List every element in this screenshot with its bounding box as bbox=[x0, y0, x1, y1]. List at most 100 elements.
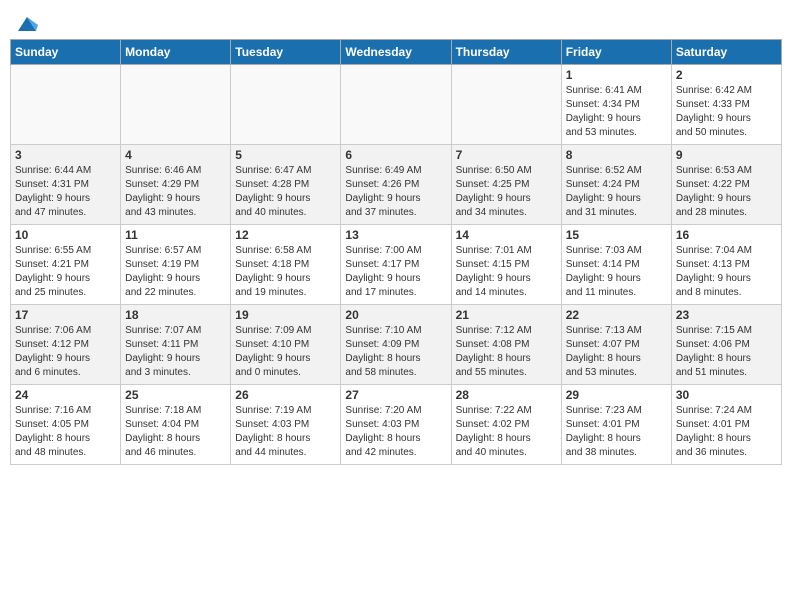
calendar-day-cell bbox=[341, 65, 451, 145]
day-number: 21 bbox=[456, 308, 557, 322]
day-number: 8 bbox=[566, 148, 667, 162]
weekday-header: Thursday bbox=[451, 40, 561, 65]
calendar-header-row: SundayMondayTuesdayWednesdayThursdayFrid… bbox=[11, 40, 782, 65]
day-info: Sunrise: 6:42 AM Sunset: 4:33 PM Dayligh… bbox=[676, 84, 777, 140]
day-info: Sunrise: 7:10 AM Sunset: 4:09 PM Dayligh… bbox=[345, 324, 446, 380]
day-info: Sunrise: 6:47 AM Sunset: 4:28 PM Dayligh… bbox=[235, 164, 336, 220]
calendar-day-cell bbox=[231, 65, 341, 145]
day-number: 22 bbox=[566, 308, 667, 322]
day-info: Sunrise: 7:18 AM Sunset: 4:04 PM Dayligh… bbox=[125, 404, 226, 460]
calendar-day-cell: 18 Sunrise: 7:07 AM Sunset: 4:11 PM Dayli… bbox=[121, 305, 231, 385]
day-number: 7 bbox=[456, 148, 557, 162]
day-info: Sunrise: 6:44 AM Sunset: 4:31 PM Dayligh… bbox=[15, 164, 116, 220]
day-number: 30 bbox=[676, 388, 777, 402]
weekday-header: Tuesday bbox=[231, 40, 341, 65]
day-info: Sunrise: 7:13 AM Sunset: 4:07 PM Dayligh… bbox=[566, 324, 667, 380]
day-number: 20 bbox=[345, 308, 446, 322]
weekday-header: Friday bbox=[561, 40, 671, 65]
day-number: 18 bbox=[125, 308, 226, 322]
calendar-day-cell: 23 Sunrise: 7:15 AM Sunset: 4:06 PM Dayli… bbox=[671, 305, 781, 385]
day-number: 25 bbox=[125, 388, 226, 402]
calendar-day-cell: 19 Sunrise: 7:09 AM Sunset: 4:10 PM Dayli… bbox=[231, 305, 341, 385]
calendar-week-row: 17Sunrise: 7:06 AM Sunset: 4:12 PM Dayli… bbox=[11, 305, 782, 385]
day-number: 27 bbox=[345, 388, 446, 402]
day-number: 26 bbox=[235, 388, 336, 402]
calendar-week-row: 24 Sunrise: 7:16 AM Sunset: 4:05 PM Dayli… bbox=[11, 385, 782, 465]
day-info: Sunrise: 7:19 AM Sunset: 4:03 PM Dayligh… bbox=[235, 404, 336, 460]
day-info: Sunrise: 7:23 AM Sunset: 4:01 PM Dayligh… bbox=[566, 404, 667, 460]
day-info: Sunrise: 7:20 AM Sunset: 4:03 PM Dayligh… bbox=[345, 404, 446, 460]
day-info: Sunrise: 7:01 AM Sunset: 4:15 PM Dayligh… bbox=[456, 244, 557, 300]
calendar-day-cell: 16 Sunrise: 7:04 AM Sunset: 4:13 PM Dayli… bbox=[671, 225, 781, 305]
calendar-day-cell: 21 Sunrise: 7:12 AM Sunset: 4:08 PM Dayli… bbox=[451, 305, 561, 385]
calendar-day-cell: 11 Sunrise: 6:57 AM Sunset: 4:19 PM Dayli… bbox=[121, 225, 231, 305]
weekday-header: Monday bbox=[121, 40, 231, 65]
calendar-day-cell: 29 Sunrise: 7:23 AM Sunset: 4:01 PM Dayli… bbox=[561, 385, 671, 465]
calendar-day-cell: 17Sunrise: 7:06 AM Sunset: 4:12 PM Dayli… bbox=[11, 305, 121, 385]
calendar-day-cell: 14 Sunrise: 7:01 AM Sunset: 4:15 PM Dayli… bbox=[451, 225, 561, 305]
day-info: Sunrise: 7:24 AM Sunset: 4:01 PM Dayligh… bbox=[676, 404, 777, 460]
calendar-day-cell: 15 Sunrise: 7:03 AM Sunset: 4:14 PM Dayli… bbox=[561, 225, 671, 305]
day-info: Sunrise: 6:41 AM Sunset: 4:34 PM Dayligh… bbox=[566, 84, 667, 140]
day-info: Sunrise: 7:15 AM Sunset: 4:06 PM Dayligh… bbox=[676, 324, 777, 380]
day-number: 29 bbox=[566, 388, 667, 402]
logo-icon bbox=[16, 15, 38, 33]
calendar-table: SundayMondayTuesdayWednesdayThursdayFrid… bbox=[10, 39, 782, 465]
day-info: Sunrise: 6:52 AM Sunset: 4:24 PM Dayligh… bbox=[566, 164, 667, 220]
calendar-day-cell: 20 Sunrise: 7:10 AM Sunset: 4:09 PM Dayli… bbox=[341, 305, 451, 385]
day-info: Sunrise: 7:16 AM Sunset: 4:05 PM Dayligh… bbox=[15, 404, 116, 460]
weekday-header: Wednesday bbox=[341, 40, 451, 65]
calendar-day-cell: 10 Sunrise: 6:55 AM Sunset: 4:21 PM Dayli… bbox=[11, 225, 121, 305]
day-number: 28 bbox=[456, 388, 557, 402]
day-number: 16 bbox=[676, 228, 777, 242]
weekday-header: Sunday bbox=[11, 40, 121, 65]
day-info: Sunrise: 7:22 AM Sunset: 4:02 PM Dayligh… bbox=[456, 404, 557, 460]
calendar-day-cell: 9Sunrise: 6:53 AM Sunset: 4:22 PM Daylig… bbox=[671, 145, 781, 225]
weekday-header: Saturday bbox=[671, 40, 781, 65]
calendar-day-cell: 5Sunrise: 6:47 AM Sunset: 4:28 PM Daylig… bbox=[231, 145, 341, 225]
day-number: 9 bbox=[676, 148, 777, 162]
day-info: Sunrise: 7:00 AM Sunset: 4:17 PM Dayligh… bbox=[345, 244, 446, 300]
calendar-day-cell: 25 Sunrise: 7:18 AM Sunset: 4:04 PM Dayli… bbox=[121, 385, 231, 465]
calendar-day-cell: 3Sunrise: 6:44 AM Sunset: 4:31 PM Daylig… bbox=[11, 145, 121, 225]
day-number: 6 bbox=[345, 148, 446, 162]
day-info: Sunrise: 6:57 AM Sunset: 4:19 PM Dayligh… bbox=[125, 244, 226, 300]
calendar-day-cell: 6 Sunrise: 6:49 AM Sunset: 4:26 PM Daylig… bbox=[341, 145, 451, 225]
day-info: Sunrise: 7:12 AM Sunset: 4:08 PM Dayligh… bbox=[456, 324, 557, 380]
day-number: 4 bbox=[125, 148, 226, 162]
day-info: Sunrise: 7:07 AM Sunset: 4:11 PM Dayligh… bbox=[125, 324, 226, 380]
day-info: Sunrise: 6:49 AM Sunset: 4:26 PM Dayligh… bbox=[345, 164, 446, 220]
calendar-day-cell: 8 Sunrise: 6:52 AM Sunset: 4:24 PM Daylig… bbox=[561, 145, 671, 225]
day-info: Sunrise: 7:04 AM Sunset: 4:13 PM Dayligh… bbox=[676, 244, 777, 300]
calendar-day-cell: 26 Sunrise: 7:19 AM Sunset: 4:03 PM Dayli… bbox=[231, 385, 341, 465]
day-info: Sunrise: 6:58 AM Sunset: 4:18 PM Dayligh… bbox=[235, 244, 336, 300]
day-info: Sunrise: 6:55 AM Sunset: 4:21 PM Dayligh… bbox=[15, 244, 116, 300]
page-header bbox=[10, 10, 782, 29]
day-number: 13 bbox=[345, 228, 446, 242]
day-number: 1 bbox=[566, 68, 667, 82]
calendar-day-cell: 2 Sunrise: 6:42 AM Sunset: 4:33 PM Daylig… bbox=[671, 65, 781, 145]
day-number: 10 bbox=[15, 228, 116, 242]
day-number: 11 bbox=[125, 228, 226, 242]
calendar-day-cell: 27 Sunrise: 7:20 AM Sunset: 4:03 PM Dayli… bbox=[341, 385, 451, 465]
day-number: 2 bbox=[676, 68, 777, 82]
day-number: 24 bbox=[15, 388, 116, 402]
day-number: 19 bbox=[235, 308, 336, 322]
calendar-day-cell bbox=[121, 65, 231, 145]
calendar-day-cell: 12Sunrise: 6:58 AM Sunset: 4:18 PM Dayli… bbox=[231, 225, 341, 305]
day-number: 14 bbox=[456, 228, 557, 242]
logo bbox=[15, 15, 38, 29]
calendar-week-row: 1 Sunrise: 6:41 AM Sunset: 4:34 PM Daylig… bbox=[11, 65, 782, 145]
day-info: Sunrise: 7:09 AM Sunset: 4:10 PM Dayligh… bbox=[235, 324, 336, 380]
calendar-day-cell bbox=[11, 65, 121, 145]
calendar-day-cell: 7 Sunrise: 6:50 AM Sunset: 4:25 PM Daylig… bbox=[451, 145, 561, 225]
day-info: Sunrise: 7:03 AM Sunset: 4:14 PM Dayligh… bbox=[566, 244, 667, 300]
day-number: 15 bbox=[566, 228, 667, 242]
day-number: 23 bbox=[676, 308, 777, 322]
calendar-day-cell: 30 Sunrise: 7:24 AM Sunset: 4:01 PM Dayli… bbox=[671, 385, 781, 465]
day-info: Sunrise: 7:06 AM Sunset: 4:12 PM Dayligh… bbox=[15, 324, 116, 380]
calendar-day-cell: 24 Sunrise: 7:16 AM Sunset: 4:05 PM Dayli… bbox=[11, 385, 121, 465]
calendar-week-row: 10 Sunrise: 6:55 AM Sunset: 4:21 PM Dayli… bbox=[11, 225, 782, 305]
day-info: Sunrise: 6:50 AM Sunset: 4:25 PM Dayligh… bbox=[456, 164, 557, 220]
calendar-week-row: 3Sunrise: 6:44 AM Sunset: 4:31 PM Daylig… bbox=[11, 145, 782, 225]
